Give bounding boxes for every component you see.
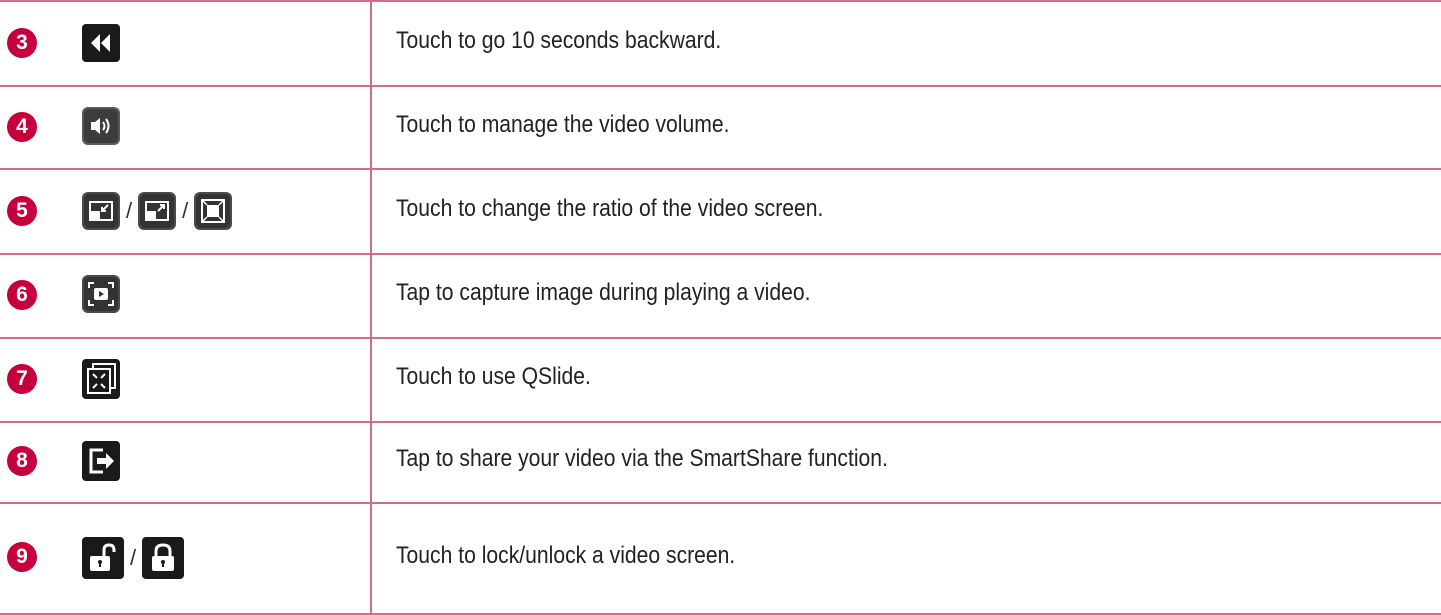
ratio-fit-icon (194, 192, 233, 230)
icon-group (82, 275, 120, 313)
icon-group: / / (82, 192, 233, 230)
step-number-badge: 8 (7, 446, 37, 476)
row-description: Tap to share your video via the SmartSha… (396, 445, 888, 472)
step-number-badge: 4 (7, 112, 37, 142)
unlock-icon (82, 537, 124, 579)
table-row: 5 / / Touch to change the ratio of the v… (0, 168, 1441, 253)
step-number-badge: 3 (7, 28, 37, 58)
icon-group (82, 441, 120, 481)
row-description: Tap to capture image during playing a vi… (396, 279, 811, 306)
table-row: 3 Touch to go 10 seconds backward. (0, 0, 1441, 85)
smartshare-icon (82, 441, 120, 481)
step-number-badge: 7 (7, 364, 37, 394)
table-row: 8 Tap to share your video via the SmartS… (0, 421, 1441, 502)
row-description: Touch to go 10 seconds backward. (396, 27, 722, 54)
icon-group (82, 359, 120, 399)
icon-separator: / (130, 545, 137, 570)
volume-icon (82, 107, 120, 145)
ratio-expand-icon (138, 192, 177, 230)
capture-icon (82, 275, 120, 313)
qslide-icon (82, 359, 120, 399)
rewind-10-icon (82, 24, 120, 62)
row-description: Touch to manage the video volume. (396, 111, 730, 138)
icon-group (82, 107, 120, 145)
table-row: 7 Touch to use QSlide. (0, 337, 1441, 421)
icon-separator: / (182, 198, 189, 223)
ratio-shrink-icon (82, 192, 120, 230)
step-number-badge: 6 (7, 280, 37, 310)
step-number-badge: 9 (7, 542, 37, 572)
row-description: Touch to use QSlide. (396, 363, 591, 390)
icon-group (82, 24, 120, 62)
icon-separator: / (126, 198, 133, 223)
row-description: Touch to lock/unlock a video screen. (396, 542, 736, 569)
step-number-badge: 5 (7, 196, 37, 226)
lock-icon (142, 537, 185, 579)
table-row: 4 Touch to manage the video volume. (0, 85, 1441, 168)
row-description: Touch to change the ratio of the video s… (396, 195, 824, 222)
icon-group: / (82, 537, 185, 579)
table-row: 6 Tap to capture image during playing a … (0, 253, 1441, 337)
table-row: 9 / Touch to lock/unlock a video screen. (0, 502, 1441, 613)
